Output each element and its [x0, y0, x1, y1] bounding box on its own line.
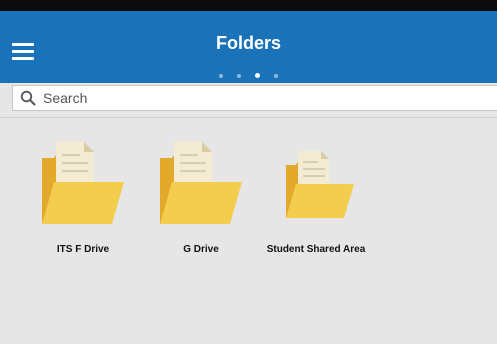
- folder-label: ITS F Drive: [56, 244, 110, 255]
- folder-label: Student Shared Area: [266, 244, 366, 255]
- menu-icon-line: [12, 57, 34, 60]
- page-dot[interactable]: [219, 73, 223, 78]
- app-bar: Folders: [0, 11, 497, 83]
- search-icon: [20, 90, 36, 106]
- page-indicator: [0, 67, 497, 79]
- search-input[interactable]: [43, 88, 483, 108]
- folder-document-icon: [42, 142, 124, 224]
- divider: [0, 117, 497, 118]
- folder-student-shared-area[interactable]: Student Shared Area: [266, 138, 376, 288]
- top-strip: [0, 0, 497, 11]
- page-dot[interactable]: [237, 73, 241, 78]
- page-dot-active[interactable]: [255, 73, 260, 79]
- page-title: Folders: [215, 33, 281, 53]
- folder-its-f-drive[interactable]: ITS F Drive: [28, 138, 138, 268]
- folder-g-drive[interactable]: G Drive: [146, 138, 256, 268]
- folder-label: G Drive: [183, 244, 219, 255]
- page-dot[interactable]: [274, 73, 278, 78]
- folder-document-icon: [286, 151, 354, 218]
- search-bar[interactable]: [12, 85, 497, 111]
- folder-document-icon: [160, 142, 242, 224]
